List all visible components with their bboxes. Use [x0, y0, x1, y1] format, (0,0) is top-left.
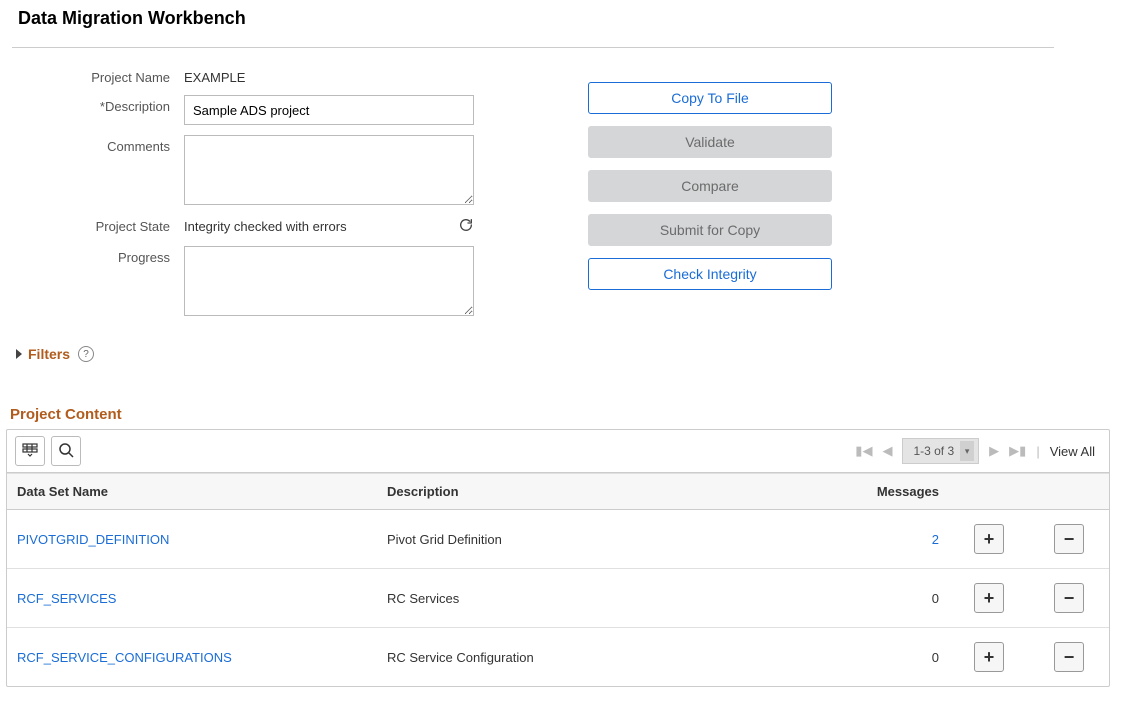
first-page-icon: ▮◀ [855, 443, 872, 459]
last-page-icon: ▶▮ [1009, 443, 1026, 459]
col-header-remove [1029, 474, 1109, 510]
divider [12, 47, 1054, 48]
value-project-name: EXAMPLE [184, 66, 474, 85]
cell-description: RC Service Configuration [377, 628, 829, 687]
cell-description: Pivot Grid Definition [377, 510, 829, 569]
grid-search-button[interactable] [51, 436, 81, 466]
toolbar-left [15, 436, 81, 466]
filters-label: Filters [28, 346, 70, 362]
add-row-button[interactable]: + [974, 524, 1004, 554]
label-description: *Description [20, 95, 170, 114]
progress-textarea[interactable] [184, 246, 474, 316]
table-row: PIVOTGRID_DEFINITION Pivot Grid Definiti… [7, 510, 1109, 569]
compare-button[interactable]: Compare [588, 170, 832, 202]
messages-link[interactable]: 2 [932, 532, 939, 547]
table-row: RCF_SERVICE_CONFIGURATIONS RC Service Co… [7, 628, 1109, 687]
project-content-grid: ▮◀ ◀ 1-3 of 3 ▾ ▶ ▶▮ | View All Data Set… [6, 429, 1110, 687]
data-set-link[interactable]: PIVOTGRID_DEFINITION [17, 532, 169, 547]
cell-description: RC Services [377, 569, 829, 628]
label-comments: Comments [20, 135, 170, 154]
comments-textarea[interactable] [184, 135, 474, 205]
form-left: Project Name EXAMPLE *Description Commen… [20, 66, 478, 316]
toolbar-separator: | [1036, 444, 1039, 459]
data-set-link[interactable]: RCF_SERVICE_CONFIGURATIONS [17, 650, 232, 665]
messages-count: 0 [932, 591, 939, 606]
toolbar-right: ▮◀ ◀ 1-3 of 3 ▾ ▶ ▶▮ | View All [855, 438, 1101, 464]
grid-settings-icon [22, 443, 38, 460]
row-project-name: Project Name EXAMPLE [20, 66, 478, 85]
next-page-icon: ▶ [989, 443, 999, 459]
row-progress: Progress [20, 246, 478, 316]
submit-for-copy-button[interactable]: Submit for Copy [588, 214, 832, 246]
filters-toggle[interactable]: Filters ? [16, 346, 1120, 362]
grid-toolbar: ▮◀ ◀ 1-3 of 3 ▾ ▶ ▶▮ | View All [7, 430, 1109, 473]
view-all-link[interactable]: View All [1050, 444, 1101, 459]
form-area: Project Name EXAMPLE *Description Commen… [20, 66, 1120, 316]
grid-settings-button[interactable] [15, 436, 45, 466]
page-title: Data Migration Workbench [6, 4, 1120, 47]
label-project-state: Project State [20, 215, 170, 234]
chevron-down-icon: ▾ [960, 441, 974, 461]
table-row: RCF_SERVICES RC Services 0 + − [7, 569, 1109, 628]
search-icon [58, 442, 74, 461]
label-progress: Progress [20, 246, 170, 265]
refresh-icon [458, 221, 474, 236]
project-content-header: Project Content [10, 406, 1120, 423]
value-project-state: Integrity checked with errors [184, 215, 444, 234]
col-header-description[interactable]: Description [377, 474, 829, 510]
description-input[interactable] [184, 95, 474, 125]
check-integrity-button[interactable]: Check Integrity [588, 258, 832, 290]
button-column: Copy To File Validate Compare Submit for… [588, 66, 832, 316]
validate-button[interactable]: Validate [588, 126, 832, 158]
add-row-button[interactable]: + [974, 583, 1004, 613]
prev-page-icon: ◀ [882, 443, 892, 459]
messages-count: 0 [932, 650, 939, 665]
row-comments: Comments [20, 135, 478, 205]
data-grid: Data Set Name Description Messages PIVOT… [7, 473, 1109, 686]
col-header-data-set-name[interactable]: Data Set Name [7, 474, 377, 510]
data-set-link[interactable]: RCF_SERVICES [17, 591, 116, 606]
page-range[interactable]: 1-3 of 3 ▾ [902, 438, 979, 464]
col-header-messages[interactable]: Messages [829, 474, 949, 510]
remove-row-button[interactable]: − [1054, 524, 1084, 554]
add-row-button[interactable]: + [974, 642, 1004, 672]
row-description: *Description [20, 95, 478, 125]
page-range-text: 1-3 of 3 [913, 444, 954, 458]
label-project-name: Project Name [20, 66, 170, 85]
copy-to-file-button[interactable]: Copy To File [588, 82, 832, 114]
col-header-add [949, 474, 1029, 510]
row-project-state: Project State Integrity checked with err… [20, 215, 478, 236]
remove-row-button[interactable]: − [1054, 642, 1084, 672]
help-icon[interactable]: ? [78, 346, 94, 362]
remove-row-button[interactable]: − [1054, 583, 1084, 613]
refresh-button[interactable] [458, 215, 478, 236]
caret-right-icon [16, 349, 22, 359]
